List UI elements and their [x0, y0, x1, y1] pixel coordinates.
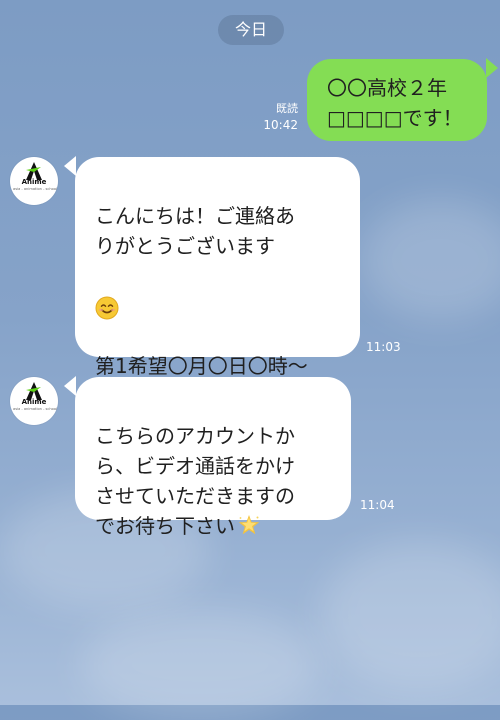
sent-message-meta: 既読 10:42 — [248, 101, 298, 133]
message-text: こんにちは！ご連絡あ りがとうございます — [95, 204, 295, 258]
background-cloud — [80, 610, 320, 720]
received-message-bubble[interactable]: こんにちは！ご連絡あ りがとうございます 第1希望〇月〇日〇時〜 オンライン相談… — [75, 157, 360, 438]
background-cloud — [320, 540, 500, 690]
received-message-bubble[interactable]: こちらのアカウントか ら、ビデオ通話をかけ させていただきますの でお待ち下さい — [75, 377, 351, 538]
message-time: 11:04 — [360, 498, 395, 512]
read-receipt: 既読 — [276, 102, 298, 115]
received-message-tail — [64, 376, 76, 396]
avatar-logo-subtext: asia - animation - school — [13, 407, 58, 411]
message-time: 11:03 — [366, 340, 401, 354]
message-time: 10:42 — [263, 118, 298, 132]
sent-message-tail — [486, 58, 498, 78]
avatar-logo-text: Anime — [21, 178, 47, 186]
message-text: こちらのアカウントか ら、ビデオ通話をかけ させていただきますの でお待ち下さい — [95, 424, 295, 538]
glowing-star-icon — [238, 514, 260, 534]
avatar-logo-subtext: asia - animation - school — [13, 187, 58, 191]
date-separator: 今日 — [218, 15, 284, 45]
smiling-face-icon — [95, 296, 119, 319]
received-message-meta: 11:04 — [360, 497, 408, 513]
avatar-logo-text: Anime — [21, 398, 47, 406]
sender-avatar[interactable]: Anime asia - animation - school — [10, 157, 58, 205]
sent-message-bubble[interactable]: 〇〇高校２年 □□□□です！ — [307, 59, 487, 141]
received-message-tail — [64, 156, 76, 176]
received-message-meta: 11:03 — [366, 339, 414, 355]
background-cloud — [360, 200, 500, 320]
sender-avatar[interactable]: Anime asia - animation - school — [10, 377, 58, 425]
